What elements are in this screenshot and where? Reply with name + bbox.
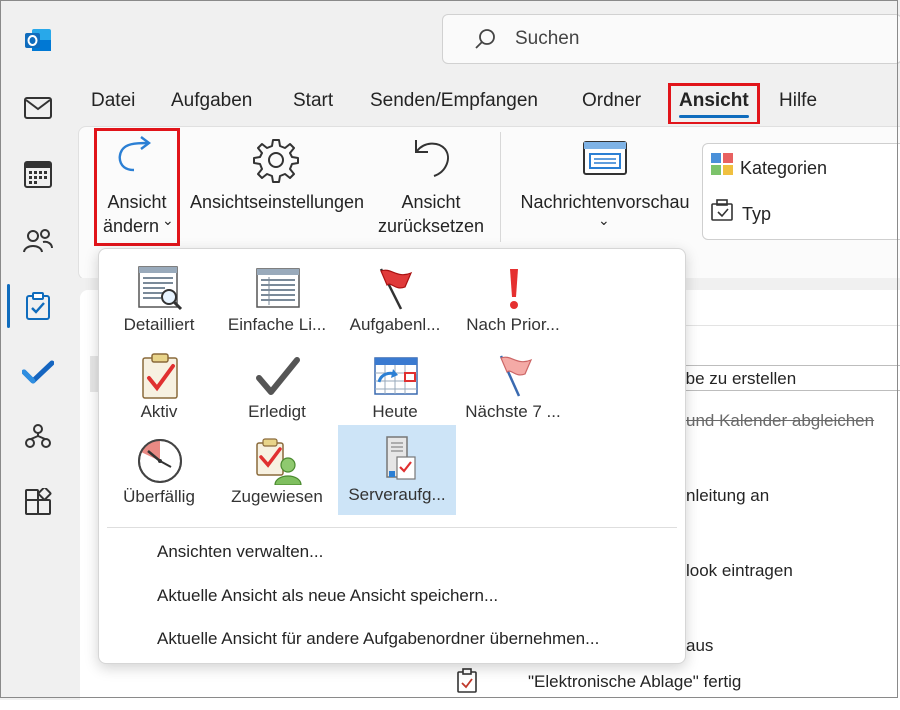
ribbon-separator (500, 132, 501, 242)
view-option-aufgabenliste[interactable]: Aufgabenl... (336, 255, 454, 345)
view-label: Nächste 7 ... (465, 402, 561, 421)
message-preview-button[interactable]: Nachrichtenvorschau ⌄ (512, 130, 698, 242)
todo-check-icon[interactable] (14, 350, 62, 394)
red-flag-icon (371, 265, 421, 313)
view-option-detailliert[interactable]: Detailliert (100, 255, 218, 345)
task-item[interactable]: nleitung an (686, 486, 769, 506)
message-preview-chevron-icon: ⌄ (598, 212, 610, 228)
view-label: Heute (372, 402, 418, 421)
menu-senden-empfangen[interactable]: Senden/Empfangen (370, 90, 538, 112)
view-option-serveraufgaben[interactable]: Serveraufg... (338, 425, 456, 515)
view-label: Erledigt (248, 402, 306, 421)
detailed-list-icon (135, 265, 185, 313)
gear-icon (252, 136, 300, 189)
server-task-icon (373, 435, 423, 483)
view-settings-button[interactable]: Ansichtseinstellungen (184, 130, 370, 242)
simple-list-icon (253, 265, 303, 313)
task-item[interactable]: "Elektronische Ablage" fertig (528, 672, 741, 692)
view-option-naechste-7-tage[interactable]: Nächste 7 ... (454, 342, 572, 432)
task-item[interactable]: aus (686, 636, 713, 656)
view-settings-label: Ansichtseinstellungen (189, 192, 365, 212)
change-view-dropdown: Detailliert Einfache Li... Aufgabenl... … (98, 248, 686, 664)
view-option-erledigt[interactable]: Erledigt (218, 342, 336, 432)
highlight-box-ansicht-tab (668, 83, 760, 125)
view-label: Aktiv (140, 402, 178, 421)
clipboard-check-icon (135, 352, 185, 400)
pink-flag-icon (489, 352, 539, 400)
menu-datei[interactable]: Datei (91, 90, 135, 112)
menu-start[interactable]: Start (293, 90, 333, 112)
apply-view-to-folders-link[interactable]: Aktuelle Ansicht für andere Aufgabenordn… (157, 629, 599, 649)
view-label: Zugewiesen (231, 487, 323, 506)
reset-view-label-1: Ansicht (401, 192, 461, 212)
outlook-logo-icon (14, 18, 62, 62)
task-item-completed[interactable]: und Kalender abgleichen (686, 411, 874, 431)
dropdown-separator (107, 527, 677, 528)
highlight-box-change-view (94, 128, 180, 246)
search-box[interactable]: Suchen (442, 14, 900, 64)
message-preview-icon (582, 140, 628, 183)
exclamation-icon (489, 265, 539, 313)
type-option[interactable]: Typ (710, 196, 900, 232)
mail-icon[interactable] (14, 86, 62, 130)
view-label: Überfällig (123, 487, 195, 506)
categories-icon (710, 152, 734, 181)
clock-icon (135, 437, 185, 485)
calendar-arrow-icon (371, 352, 421, 400)
view-label: Detailliert (123, 315, 195, 334)
view-label: Einfache Li... (227, 315, 327, 334)
apps-icon[interactable] (14, 480, 62, 524)
view-option-aktiv[interactable]: Aktiv (100, 342, 218, 432)
view-label: Nach Prior... (466, 315, 560, 334)
reset-view-button[interactable]: Ansicht zurücksetzen (374, 130, 488, 242)
menu-hilfe[interactable]: Hilfe (779, 90, 817, 112)
save-current-view-link[interactable]: Aktuelle Ansicht als neue Ansicht speich… (157, 586, 498, 606)
view-option-einfache-liste[interactable]: Einfache Li... (218, 255, 336, 345)
view-label: Aufgabenl... (349, 315, 441, 334)
task-item[interactable]: look eintragen (686, 561, 793, 581)
view-option-nach-prioritaet[interactable]: Nach Prior... (454, 255, 572, 345)
search-icon (473, 27, 497, 51)
categories-option[interactable]: Kategorien (710, 150, 900, 186)
type-label: Typ (742, 204, 772, 224)
calendar-icon[interactable] (14, 152, 62, 196)
people-icon[interactable] (14, 218, 62, 262)
tasks-clipboard-icon[interactable] (14, 284, 62, 328)
app-rail (0, 0, 76, 700)
view-option-heute[interactable]: Heute (336, 342, 454, 432)
assigned-person-icon (253, 437, 303, 486)
categories-label: Kategorien (740, 158, 828, 178)
org-explorer-icon[interactable] (14, 414, 62, 458)
search-placeholder: Suchen (515, 28, 580, 49)
checkmark-icon (253, 352, 303, 400)
view-option-ueberfaellig[interactable]: Überfällig (100, 427, 218, 517)
view-label: Serveraufg... (348, 485, 446, 504)
reset-view-label-2: zurücksetzen (377, 216, 485, 236)
undo-icon (410, 136, 454, 185)
view-option-zugewiesen[interactable]: Zugewiesen (218, 427, 336, 517)
task-clipboard-icon (456, 668, 478, 699)
menu-aufgaben[interactable]: Aufgaben (171, 90, 252, 112)
active-indicator (7, 284, 10, 328)
type-icon (710, 198, 736, 227)
manage-views-link[interactable]: Ansichten verwalten... (157, 542, 323, 562)
menu-ordner[interactable]: Ordner (582, 90, 641, 112)
